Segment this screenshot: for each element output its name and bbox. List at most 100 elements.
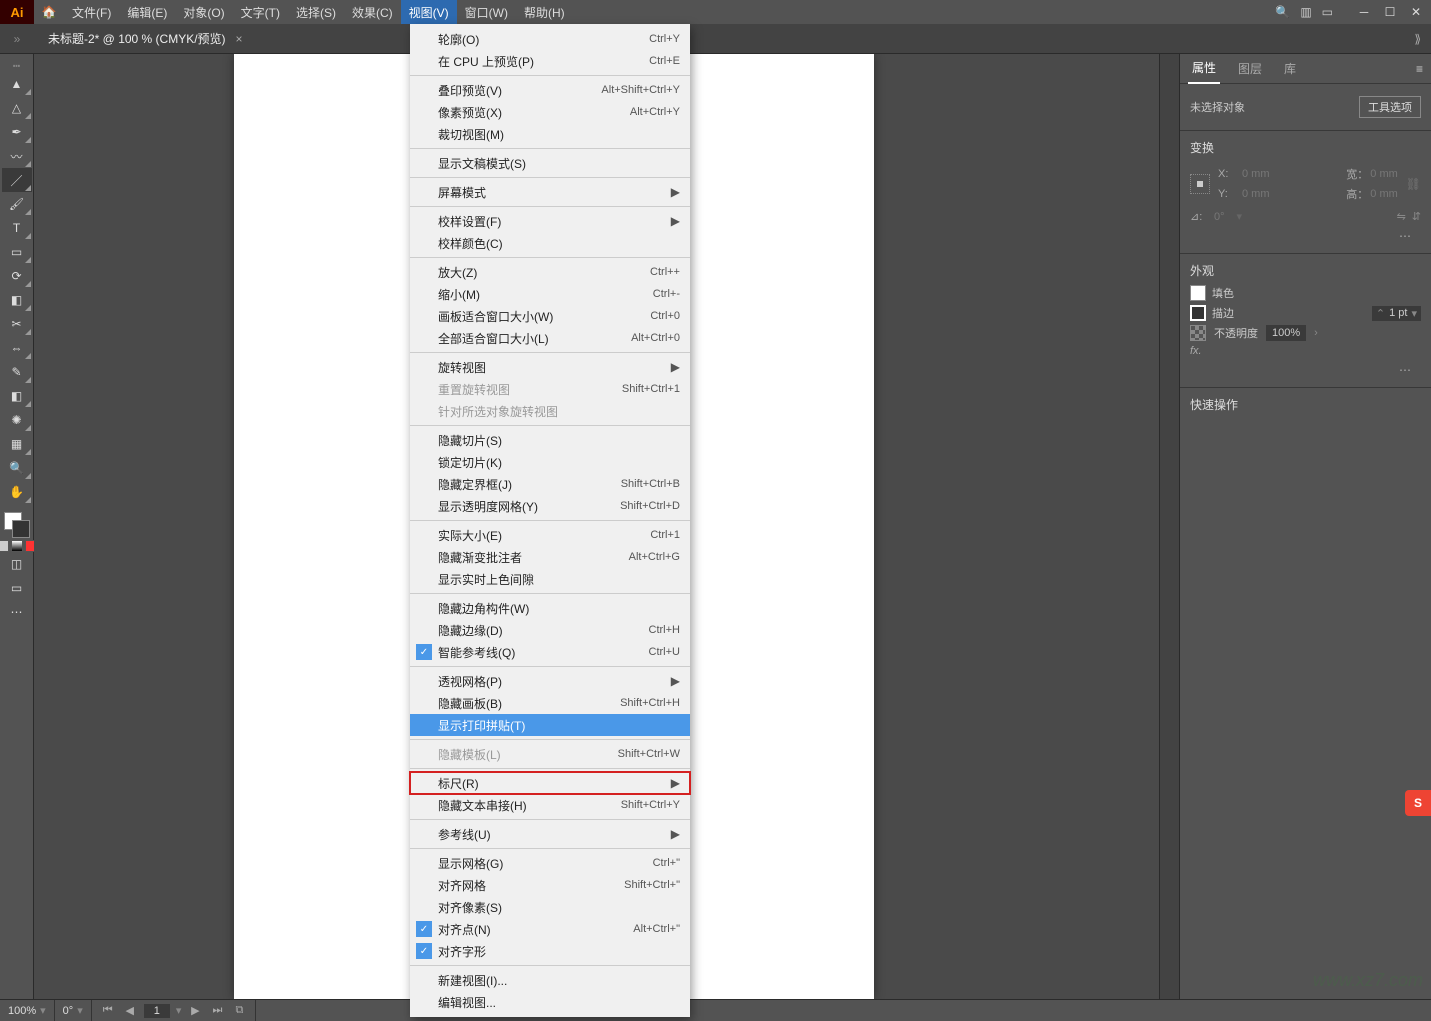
view-menu-item-4-1[interactable]: 校样颜色(C)	[410, 232, 690, 254]
view-menu-item-2-0[interactable]: 显示文稿模式(S)	[410, 152, 690, 174]
view-menu-item-0-1[interactable]: 在 CPU 上预览(P)Ctrl+E	[410, 50, 690, 72]
artboard-prev-icon[interactable]: ◀	[122, 1004, 138, 1017]
menu-4[interactable]: 选择(S)	[288, 0, 344, 24]
view-menu-item-1-1[interactable]: 像素预览(X)Alt+Ctrl+Y	[410, 101, 690, 123]
menu-3[interactable]: 文字(T)	[233, 0, 288, 24]
view-menu-item-8-1[interactable]: 隐藏渐变批注者Alt+Ctrl+G	[410, 546, 690, 568]
artboard-next-icon[interactable]: ▶	[187, 1004, 203, 1017]
artboard-nav-icon[interactable]: ⧉	[231, 1004, 247, 1017]
view-menu-item-1-2[interactable]: 裁切视图(M)	[410, 123, 690, 145]
artboard-number[interactable]: 1	[144, 1004, 170, 1018]
view-menu-item-14-3[interactable]: ✓对齐点(N)Alt+Ctrl+"	[410, 918, 690, 940]
view-menu-item-9-0[interactable]: 隐藏边角构件(W)	[410, 597, 690, 619]
stroke-swatch[interactable]	[1190, 305, 1206, 321]
menu-5[interactable]: 效果(C)	[344, 0, 401, 24]
tool-artboard[interactable]: ▦	[2, 432, 32, 456]
view-menu-item-15-0[interactable]: 新建视图(I)...	[410, 969, 690, 991]
menu-1[interactable]: 编辑(E)	[119, 0, 175, 24]
home-icon[interactable]: 🏠	[34, 5, 64, 19]
view-menu-item-1-0[interactable]: 叠印预览(V)Alt+Shift+Ctrl+Y	[410, 79, 690, 101]
edit-toolbar-icon[interactable]: ⋯	[2, 600, 32, 624]
control-bar-toggle-icon[interactable]: »	[0, 24, 34, 54]
menu-0[interactable]: 文件(F)	[64, 0, 119, 24]
tool-line[interactable]: ／	[2, 168, 32, 192]
view-menu-item-4-0[interactable]: 校样设置(F)▶	[410, 210, 690, 232]
collapsed-panel-strip[interactable]	[1159, 54, 1179, 999]
tool-symbol-sprayer[interactable]: ✺	[2, 408, 32, 432]
view-menu-item-3-0[interactable]: 屏幕模式▶	[410, 181, 690, 203]
tool-eraser[interactable]: ◧	[2, 288, 32, 312]
view-menu-item-7-0[interactable]: 隐藏切片(S)	[410, 429, 690, 451]
transform-angle-value[interactable]: 0°	[1214, 211, 1225, 223]
stroke-weight-input[interactable]: ⌃1 pt▾	[1372, 306, 1421, 321]
tool-curvature[interactable]: 〰	[2, 144, 32, 168]
view-menu-item-14-4[interactable]: ✓对齐字形	[410, 940, 690, 962]
tool-pen[interactable]: ✒	[2, 120, 32, 144]
tool-type[interactable]: T	[2, 216, 32, 240]
transform-w-value[interactable]: 0 mm	[1370, 168, 1398, 180]
view-menu-item-0-0[interactable]: 轮廓(O)Ctrl+Y	[410, 28, 690, 50]
panel-tab-1[interactable]: 图层	[1234, 54, 1266, 84]
view-menu-item-8-2[interactable]: 显示实时上色间隙	[410, 568, 690, 590]
menu-8[interactable]: 帮助(H)	[516, 0, 573, 24]
arrange-docs-icon[interactable]: ▥	[1300, 5, 1311, 19]
view-menu-item-5-2[interactable]: 画板适合窗口大小(W)Ctrl+0	[410, 305, 690, 327]
minimize-button[interactable]: ─	[1357, 5, 1371, 19]
close-tab-icon[interactable]: ×	[236, 32, 243, 46]
tool-direct-selection[interactable]: △	[2, 96, 32, 120]
transform-y-value[interactable]: 0 mm	[1242, 188, 1270, 200]
draw-mode-icon[interactable]: ◫	[2, 552, 32, 576]
maximize-button[interactable]: ☐	[1383, 5, 1397, 19]
tool-rectangle[interactable]: ▭	[2, 240, 32, 264]
link-wh-icon[interactable]: ⛓	[1406, 177, 1421, 191]
panel-tab-0[interactable]: 属性	[1188, 54, 1220, 84]
tool-scissors[interactable]: ✂	[2, 312, 32, 336]
view-menu-item-15-1[interactable]: 编辑视图...	[410, 991, 690, 1013]
screen-mode-icon[interactable]: ▭	[2, 576, 32, 600]
reference-point-icon[interactable]	[1190, 174, 1210, 194]
view-menu-item-10-0[interactable]: 透视网格(P)▶	[410, 670, 690, 692]
side-badge[interactable]: S	[1405, 790, 1431, 816]
opacity-value[interactable]: 100%	[1266, 325, 1306, 341]
fill-swatch[interactable]	[1190, 285, 1206, 301]
zoom-combo[interactable]: 100%▾	[0, 1000, 55, 1021]
fill-stroke-swatch[interactable]	[4, 512, 30, 538]
view-menu-item-10-2[interactable]: 显示打印拼贴(T)	[410, 714, 690, 736]
document-tab[interactable]: 未标题-2* @ 100 % (CMYK/预览) ×	[34, 24, 257, 54]
view-menu-item-7-2[interactable]: 隐藏定界框(J)Shift+Ctrl+B	[410, 473, 690, 495]
fx-label[interactable]: fx.	[1190, 345, 1202, 357]
view-menu-item-7-3[interactable]: 显示透明度网格(Y)Shift+Ctrl+D	[410, 495, 690, 517]
view-menu-item-12-0[interactable]: 标尺(R)▶	[410, 772, 690, 794]
tool-selection[interactable]: ▲	[2, 72, 32, 96]
view-menu-item-12-1[interactable]: 隐藏文本串接(H)Shift+Ctrl+Y	[410, 794, 690, 816]
close-button[interactable]: ✕	[1409, 5, 1423, 19]
tool-gradient[interactable]: ◧	[2, 384, 32, 408]
search-icon[interactable]: 🔍	[1275, 5, 1290, 19]
view-menu-item-5-0[interactable]: 放大(Z)Ctrl++	[410, 261, 690, 283]
color-mode-icons[interactable]	[0, 540, 37, 552]
view-menu-item-9-2[interactable]: ✓智能参考线(Q)Ctrl+U	[410, 641, 690, 663]
menu-6[interactable]: 视图(V)	[401, 0, 457, 24]
transform-h-value[interactable]: 0 mm	[1370, 188, 1398, 200]
artboard-first-icon[interactable]: ⏮	[100, 1004, 116, 1017]
view-menu-item-8-0[interactable]: 实际大小(E)Ctrl+1	[410, 524, 690, 546]
tool-hand[interactable]: ✋	[2, 480, 32, 504]
tool-eyedropper[interactable]: ✎	[2, 360, 32, 384]
transform-x-value[interactable]: 0 mm	[1242, 168, 1270, 180]
view-menu-item-13-0[interactable]: 参考线(U)▶	[410, 823, 690, 845]
view-menu-item-9-1[interactable]: 隐藏边缘(D)Ctrl+H	[410, 619, 690, 641]
menu-2[interactable]: 对象(O)	[175, 0, 232, 24]
rotation-combo[interactable]: 0°▾	[55, 1000, 92, 1021]
menu-7[interactable]: 窗口(W)	[457, 0, 516, 24]
view-menu-item-14-2[interactable]: 对齐像素(S)	[410, 896, 690, 918]
toolbox-grip-icon[interactable]: ┅	[2, 60, 32, 72]
tool-brush[interactable]: 🖌	[2, 192, 32, 216]
tool-rotate[interactable]: ⟳	[2, 264, 32, 288]
tool-zoom[interactable]: 🔍	[2, 456, 32, 480]
view-menu-item-5-1[interactable]: 缩小(M)Ctrl+-	[410, 283, 690, 305]
opacity-dropdown-icon[interactable]: ›	[1314, 327, 1318, 339]
appearance-more-icon[interactable]: ⋯	[1190, 361, 1421, 379]
transform-more-icon[interactable]: ⋯	[1190, 227, 1421, 245]
view-menu-item-6-0[interactable]: 旋转视图▶	[410, 356, 690, 378]
tool-options-button[interactable]: 工具选项	[1359, 96, 1421, 118]
